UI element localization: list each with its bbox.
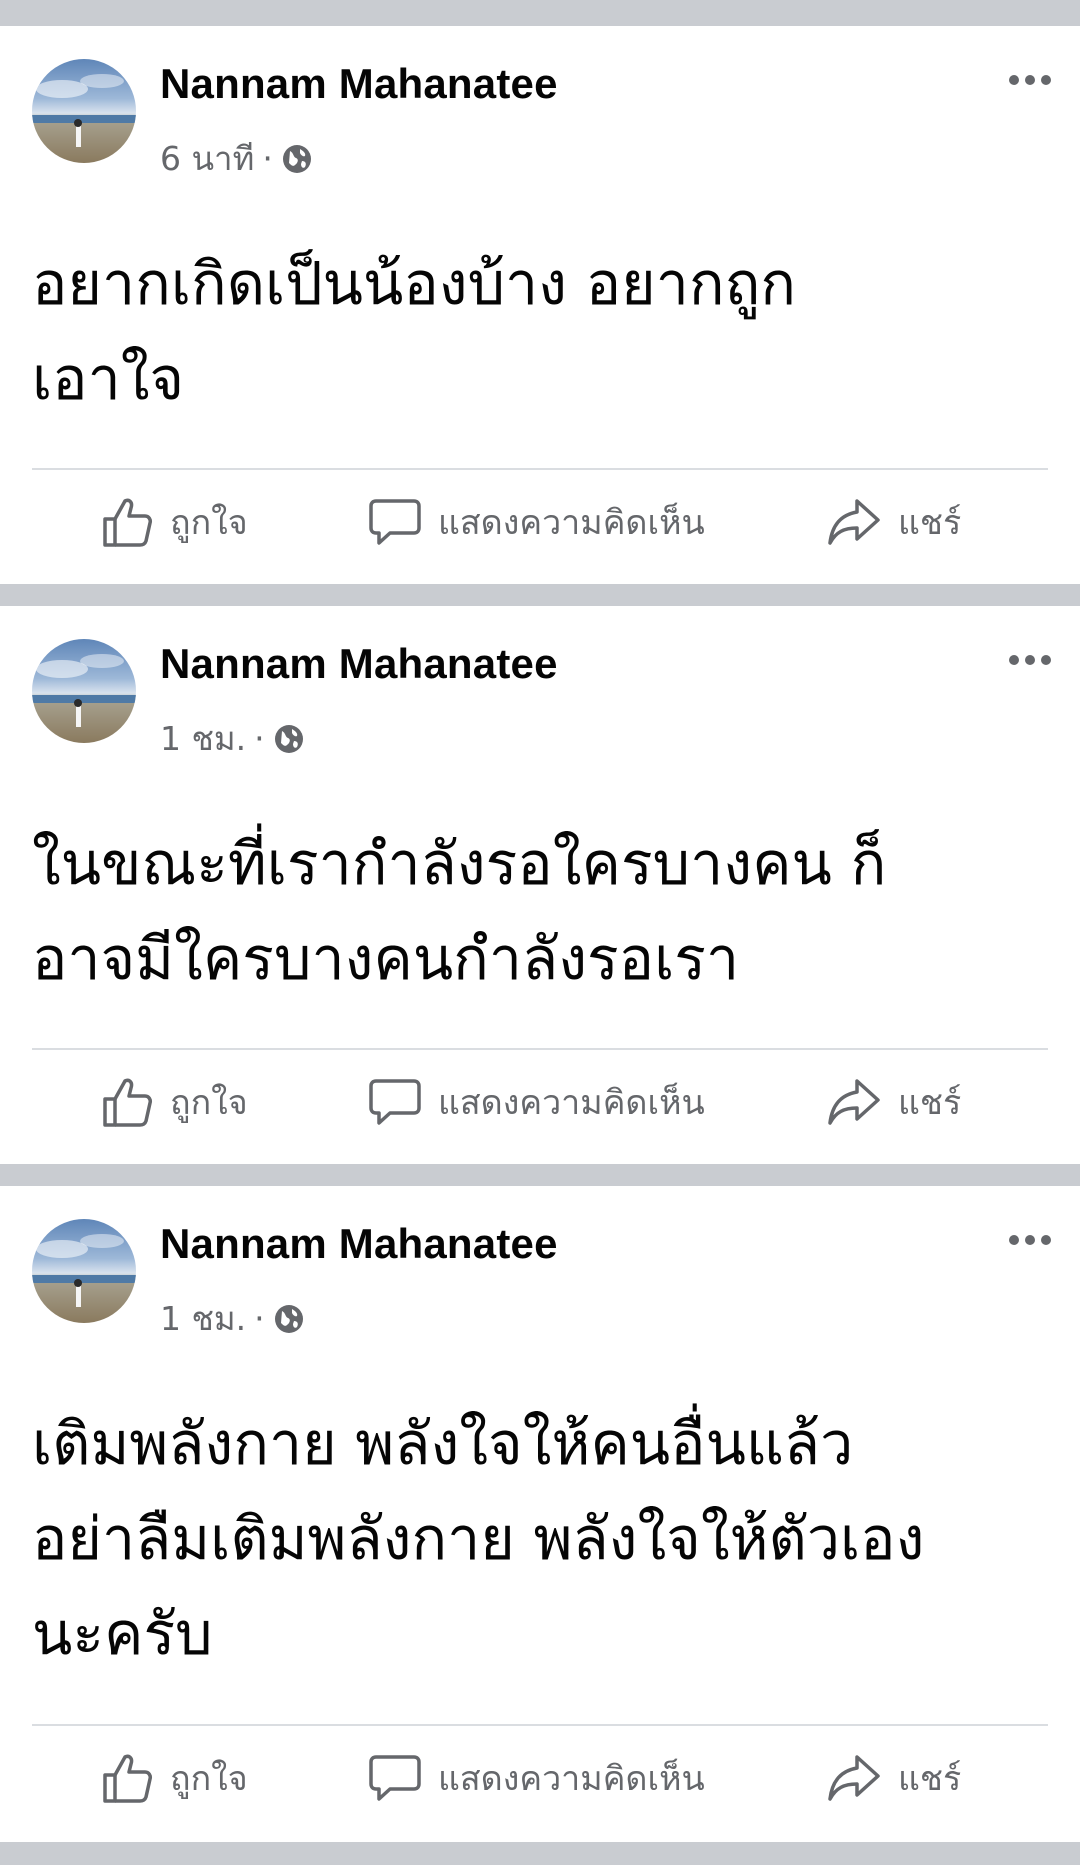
like-label: ถูกใจ — [170, 1759, 248, 1799]
like-button[interactable]: ถูกใจ — [100, 472, 248, 572]
globe-icon — [274, 1304, 303, 1333]
share-label: แชร์ — [898, 503, 962, 543]
avatar[interactable] — [32, 1219, 136, 1323]
divider — [32, 1724, 1048, 1726]
post-meta: 1 ชม. · — [160, 712, 305, 765]
thumbs-up-icon — [103, 1078, 152, 1127]
comment-label: แสดงความคิดเห็น — [438, 1083, 705, 1123]
share-button[interactable]: แชร์ — [826, 472, 961, 572]
comment-bubble-icon — [369, 1755, 421, 1801]
like-button[interactable]: ถูกใจ — [100, 1728, 248, 1828]
divider — [32, 468, 1048, 470]
author-name[interactable]: Nannam Mahanatee — [160, 640, 558, 688]
comment-bubble-icon — [369, 1079, 421, 1125]
post-actions: ถูกใจ แสดงความคิดเห็น แชร์ — [0, 1052, 1080, 1152]
share-arrow-icon — [828, 499, 880, 545]
post-time[interactable]: 1 ชม. — [160, 1292, 246, 1345]
like-label: ถูกใจ — [170, 503, 248, 543]
post-card: Nannam Mahanatee 1 ชม. · ในขณะที่เรากำลั… — [0, 606, 1080, 1164]
globe-icon — [274, 724, 303, 753]
post-time[interactable]: 1 ชม. — [160, 712, 246, 765]
share-button[interactable]: แชร์ — [826, 1052, 961, 1152]
author-name[interactable]: Nannam Mahanatee — [160, 1220, 558, 1268]
post-card: Nannam Mahanatee 1 ชม. · เติมพลังกาย พลั… — [0, 1186, 1080, 1842]
avatar[interactable] — [32, 59, 136, 163]
more-options-icon[interactable] — [1008, 68, 1052, 92]
author-name[interactable]: Nannam Mahanatee — [160, 60, 558, 108]
comment-button[interactable]: แสดงความคิดเห็น — [368, 1728, 705, 1828]
comment-label: แสดงความคิดเห็น — [438, 503, 705, 543]
post-time[interactable]: 6 นาที — [160, 132, 254, 185]
post-card: Nannam Mahanatee 6 นาที · อยากเกิดเป็นน้… — [0, 26, 1080, 584]
post-text: ในขณะที่เรากำลังรอใครบางคน ก็ อาจมีใครบา… — [32, 829, 887, 993]
divider — [32, 1048, 1048, 1050]
post-actions: ถูกใจ แสดงความคิดเห็น แชร์ — [0, 472, 1080, 572]
share-label: แชร์ — [898, 1083, 962, 1123]
post-actions: ถูกใจ แสดงความคิดเห็น แชร์ — [0, 1728, 1080, 1828]
more-options-icon[interactable] — [1008, 648, 1052, 672]
comment-button[interactable]: แสดงความคิดเห็น — [368, 1052, 705, 1152]
comment-button[interactable]: แสดงความคิดเห็น — [368, 472, 705, 572]
meta-separator: · — [254, 1299, 265, 1338]
like-button[interactable]: ถูกใจ — [100, 1052, 248, 1152]
meta-separator: · — [254, 719, 265, 758]
meta-separator: · — [262, 139, 273, 178]
like-label: ถูกใจ — [170, 1083, 248, 1123]
comment-bubble-icon — [369, 499, 421, 545]
avatar[interactable] — [32, 639, 136, 743]
post-meta: 6 นาที · — [160, 132, 313, 185]
share-label: แชร์ — [898, 1759, 962, 1799]
share-button[interactable]: แชร์ — [826, 1728, 961, 1828]
thumbs-up-icon — [103, 1754, 152, 1803]
post-text: อยากเกิดเป็นน้องบ้าง อยากถูก เอาใจ — [32, 249, 797, 413]
globe-icon — [282, 144, 311, 173]
more-options-icon[interactable] — [1008, 1228, 1052, 1252]
share-arrow-icon — [828, 1755, 880, 1801]
comment-label: แสดงความคิดเห็น — [438, 1759, 705, 1799]
thumbs-up-icon — [103, 498, 152, 547]
post-text: เติมพลังกาย พลังใจให้คนอื่นแล้ว อย่าลืมเ… — [32, 1409, 925, 1668]
news-feed: Nannam Mahanatee 6 นาที · อยากเกิดเป็นน้… — [0, 0, 1080, 1865]
share-arrow-icon — [828, 1079, 880, 1125]
post-meta: 1 ชม. · — [160, 1292, 305, 1345]
